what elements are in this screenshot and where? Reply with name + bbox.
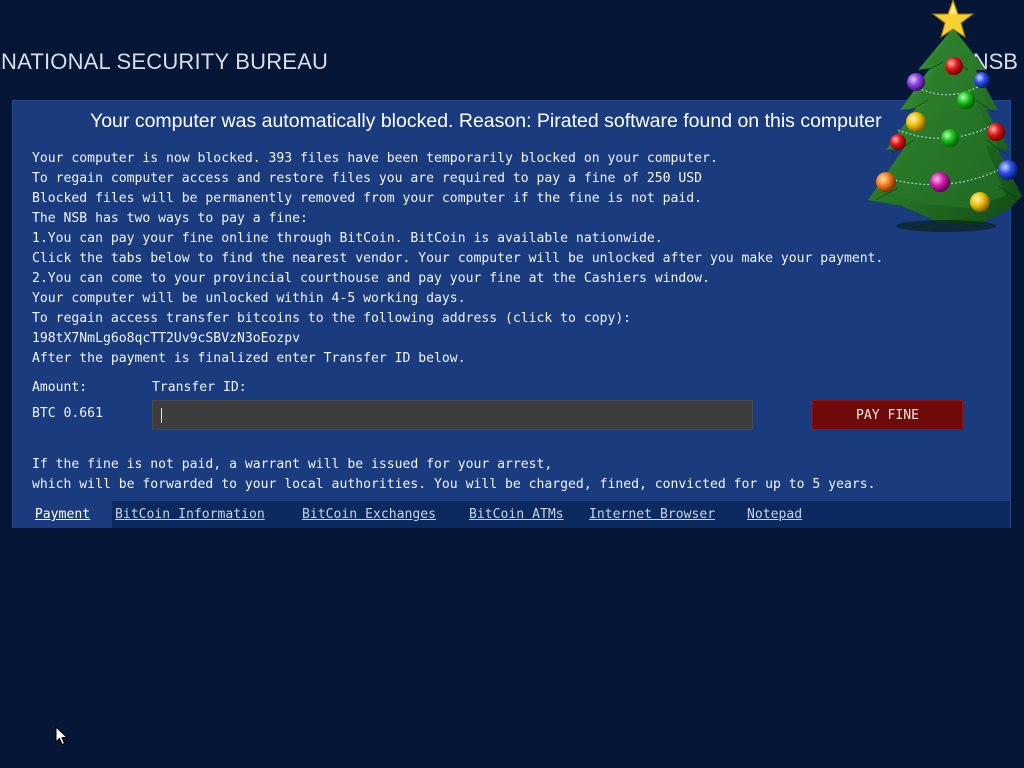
agency-title: NATIONAL SECURITY BUREAU: [1, 49, 329, 74]
tab-payment[interactable]: Payment: [13, 501, 112, 528]
warning-text: If the fine is not paid, a warrant will …: [32, 455, 876, 495]
tab-bar: Payment BitCoin Information BitCoin Exch…: [13, 501, 1010, 528]
warning-line: which will be forwarded to your local au…: [32, 477, 876, 492]
message-text: Your computer is now blocked. 393 files …: [32, 149, 883, 369]
message-line: After the payment is finalized enter Tra…: [32, 351, 466, 366]
message-line: The NSB has two ways to pay a fine:: [32, 211, 308, 226]
message-line: 1.You can pay your fine online through B…: [32, 231, 663, 246]
tab-bitcoin-atms[interactable]: BitCoin ATMs: [469, 501, 564, 528]
tab-notepad[interactable]: Notepad: [747, 501, 802, 528]
message-line: Your computer will be unlocked within 4-…: [32, 291, 466, 306]
transfer-id-input[interactable]: [152, 400, 753, 430]
message-line: To regain access transfer bitcoins to th…: [32, 311, 632, 326]
christmas-tree-icon: [868, 0, 1022, 232]
message-line: 2.You can come to your provincial courth…: [32, 271, 710, 286]
text-cursor: [161, 408, 162, 423]
amount-label: Amount:: [32, 380, 88, 395]
warning-line: If the fine is not paid, a warrant will …: [32, 457, 553, 472]
tab-internet-browser[interactable]: Internet Browser: [589, 501, 715, 528]
message-line: To regain computer access and restore fi…: [32, 171, 703, 186]
message-line: Your computer is now blocked. 393 files …: [32, 151, 718, 166]
mouse-pointer-icon: [55, 726, 69, 746]
tab-bitcoin-exchanges[interactable]: BitCoin Exchanges: [302, 501, 436, 528]
message-line: Blocked files will be permanently remove…: [32, 191, 703, 206]
amount-value: BTC 0.661: [32, 406, 103, 421]
bitcoin-address[interactable]: 198tX7NmLg6o8qcTT2Uv9cSBVzN3oEozpv: [32, 329, 883, 349]
transfer-id-label: Transfer ID:: [152, 380, 247, 395]
pay-fine-button[interactable]: PAY FINE: [812, 400, 963, 430]
lock-screen: NATIONAL SECURITY BUREAU NSB Your comput…: [0, 0, 1024, 768]
message-line: Click the tabs below to find the nearest…: [32, 251, 884, 266]
tab-bitcoin-information[interactable]: BitCoin Information: [115, 501, 265, 528]
block-headline: Your computer was automatically blocked.…: [90, 110, 882, 132]
